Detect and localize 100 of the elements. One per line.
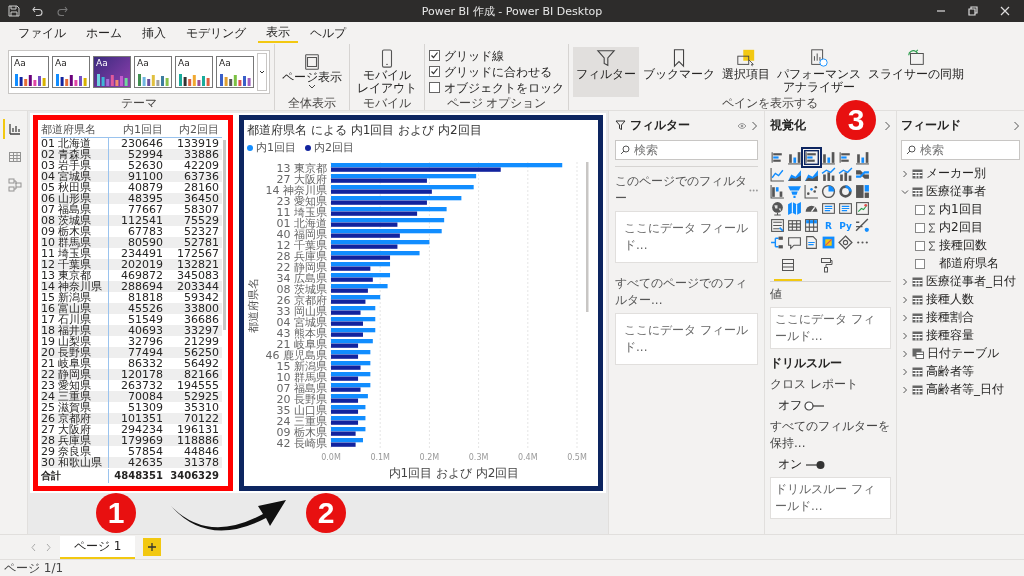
- table-name[interactable]: 高齢者等: [926, 363, 974, 380]
- page-tab[interactable]: ページ 1: [60, 535, 136, 559]
- table-name[interactable]: 医療従事者_日付: [926, 273, 1016, 290]
- menu-tab[interactable]: 挿入: [134, 24, 174, 42]
- table-cell-text: 48395: [127, 193, 163, 204]
- menu-tab[interactable]: モデリング: [178, 24, 254, 42]
- drop-zone[interactable]: ドリルスルー フィールド...: [770, 477, 891, 519]
- bookmark-pane-button[interactable]: ブックマーク: [640, 46, 718, 97]
- tick-label: 0.2M: [419, 453, 440, 462]
- table-cell-text: 77667: [127, 204, 163, 215]
- table-cell: 02 青森県: [41, 149, 109, 160]
- tick-label: 0.3M: [468, 453, 489, 462]
- table-cell-text: 101351: [120, 413, 163, 424]
- table-cell-text: 132821: [176, 259, 219, 270]
- menu-tab[interactable]: ヘルプ: [302, 24, 354, 42]
- table-name[interactable]: 接種人数: [926, 291, 974, 308]
- total-cell-text: 4848351: [113, 469, 163, 483]
- table-cell-text: 172567: [176, 248, 219, 259]
- menu-tab[interactable]: ファイル: [10, 24, 74, 42]
- drop-zone[interactable]: ここにデータ フィールド...: [615, 313, 758, 365]
- theme-swatch[interactable]: Aa: [216, 55, 254, 88]
- total-cell: 合計: [41, 469, 109, 483]
- table-cell-text: 21299: [183, 336, 219, 347]
- toggle-state: オン: [778, 456, 802, 473]
- table-cell-text: 86332: [127, 358, 163, 369]
- table-name[interactable]: 接種割合: [926, 309, 974, 326]
- table-cell: 16 富山県: [41, 303, 109, 314]
- theme-swatch[interactable]: Aa: [11, 55, 49, 88]
- drop-zone[interactable]: ここにデータ フィールド...: [770, 307, 891, 349]
- table-name[interactable]: 接種容量: [926, 327, 974, 344]
- table-cell-text: 70122: [183, 413, 219, 424]
- table-cell-text: 75529: [183, 215, 219, 226]
- table-cell-text: 42635: [127, 457, 163, 468]
- table-name[interactable]: 日付テーブル: [927, 345, 999, 362]
- table-cell-text: 112541: [120, 215, 163, 226]
- theme-swatch[interactable]: Aa: [93, 55, 131, 88]
- tick-label: 0.4M: [518, 453, 538, 462]
- table-cell-text: 56250: [183, 347, 219, 358]
- table-name[interactable]: 高齢者等_日付: [926, 381, 1004, 398]
- field-name[interactable]: 内2回目: [939, 219, 983, 236]
- sync-pane-button[interactable]: スライサーの同期: [865, 46, 967, 97]
- field-name[interactable]: 都道府県名: [939, 255, 999, 272]
- theme-swatch[interactable]: Aa: [175, 55, 213, 88]
- pane-title: 視覚化: [770, 117, 806, 134]
- table-cell-text: 234491: [120, 248, 163, 259]
- table-cell-text: 77494: [127, 347, 163, 358]
- column-header[interactable]: 内2回目: [163, 123, 219, 137]
- search-field[interactable]: 検索: [901, 140, 1020, 160]
- table-cell-text: 81818: [127, 292, 163, 303]
- tick-label: 0.5M: [567, 453, 587, 462]
- toggle-state: オフ: [778, 397, 802, 414]
- tick-label: 0.0M: [321, 453, 341, 462]
- table-cell: 30 和歌山県: [41, 457, 109, 468]
- table-cell-text: 36450: [183, 193, 219, 204]
- mobile-layout-button[interactable]: モバイル レイアウト: [354, 47, 420, 96]
- table-cell: 22 静岡県: [41, 369, 109, 380]
- axis-title: 都道府県名: [247, 277, 260, 333]
- field-name[interactable]: 接種回数: [939, 237, 987, 254]
- table-name[interactable]: メーカー別: [926, 165, 986, 182]
- table-cell: 14 神奈川県: [41, 281, 109, 292]
- table-cell-text: 31378: [183, 457, 219, 468]
- theme-swatch[interactable]: Aa: [52, 55, 90, 88]
- option-label: クロス レポート: [770, 376, 859, 393]
- section-title: ドリルスルー: [770, 355, 843, 372]
- window-title: Power BI 作成 - Power BI Desktop: [421, 3, 603, 19]
- axis-label: 13 東京都: [276, 161, 327, 175]
- table-cell-text: 33297: [183, 325, 219, 336]
- theme-swatch[interactable]: Aa: [134, 55, 172, 88]
- table-cell-text: 63736: [183, 171, 219, 182]
- column-header[interactable]: 都道府県名: [41, 123, 109, 137]
- table-cell-text: 82166: [183, 369, 219, 380]
- table-cell: 08 茨城県: [41, 215, 109, 226]
- page-view-button[interactable]: ページ表示: [279, 52, 345, 91]
- table-name[interactable]: 医療従事者: [926, 183, 986, 200]
- table-cell-text: 40879: [127, 182, 163, 193]
- search-field[interactable]: 検索: [615, 140, 758, 160]
- menu-tab[interactable]: ホーム: [78, 24, 130, 42]
- filter-pane-button[interactable]: フィルター: [573, 46, 639, 97]
- axis-label: 42 長崎県: [276, 436, 327, 450]
- group-label: ペインを表示する: [721, 97, 819, 110]
- legend-label: 内1回目: [256, 140, 296, 155]
- table-cell-text: 91100: [127, 171, 163, 182]
- field-name[interactable]: 内1回目: [939, 201, 983, 218]
- table-cell-text: 33886: [183, 149, 219, 160]
- table-cell: 28 兵庫県: [41, 435, 109, 446]
- selection-pane-button[interactable]: 選択項目: [719, 46, 773, 97]
- table-cell-text: 202019: [120, 259, 163, 270]
- performance-pane-button[interactable]: パフォーマンス アナライザー: [774, 46, 864, 97]
- total-cell-text: 3406329: [169, 469, 219, 483]
- field-well-label: 値: [770, 286, 783, 303]
- table-cell-text: 51549: [127, 314, 163, 325]
- table-cell-text: 28160: [183, 182, 219, 193]
- drop-zone[interactable]: ここにデータ フィールド...: [615, 211, 758, 263]
- column-header[interactable]: 内1回目: [109, 123, 163, 137]
- table-cell-text: 36686: [183, 314, 219, 325]
- table-cell-text: 58307: [183, 204, 219, 215]
- table-cell-text: 203344: [176, 281, 219, 292]
- table-cell-text: 294234: [120, 424, 163, 435]
- table-cell: 04 宮城県: [41, 171, 109, 182]
- table-cell-text: 52925: [183, 391, 219, 402]
